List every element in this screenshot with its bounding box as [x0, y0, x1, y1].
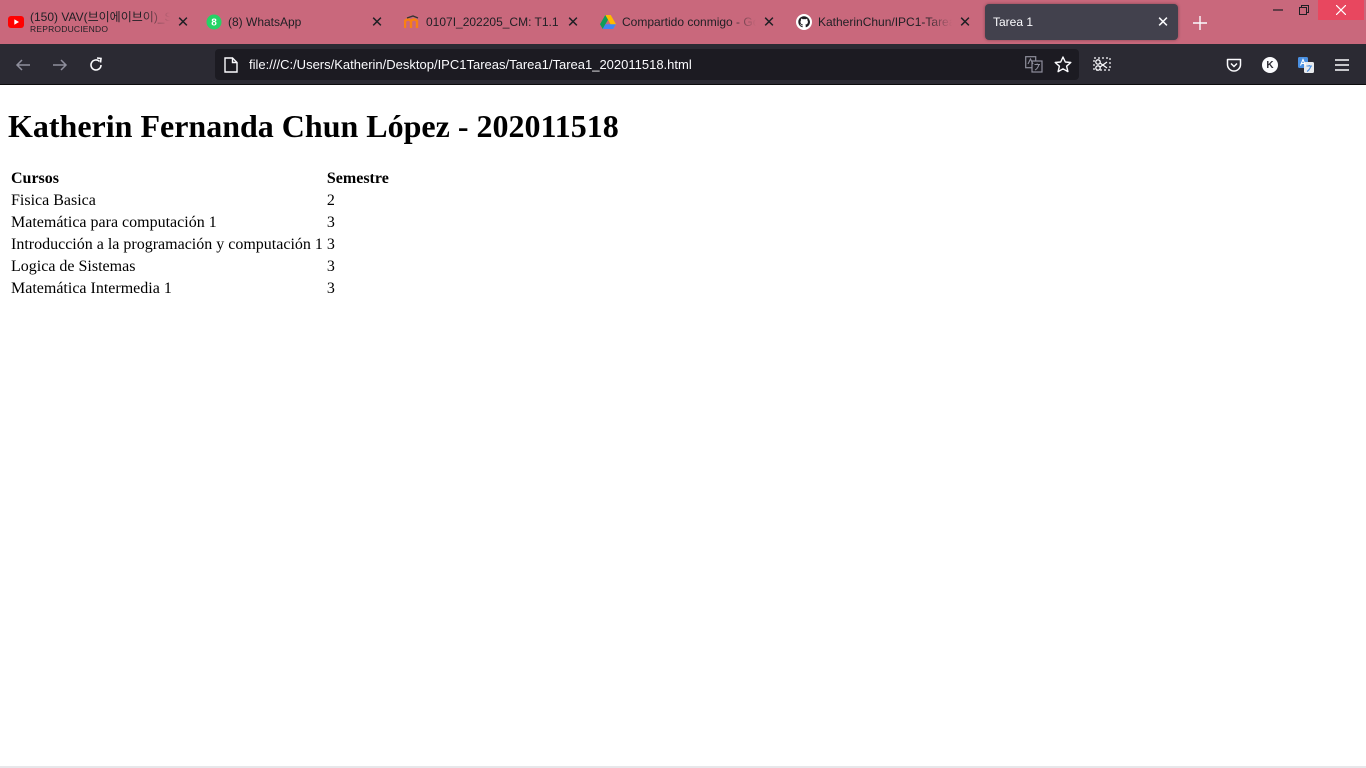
- close-tab-icon[interactable]: ✕: [760, 13, 778, 31]
- tab-whatsapp[interactable]: 8 (8) WhatsApp ✕: [206, 0, 386, 44]
- screenshot-button[interactable]: [1089, 52, 1115, 78]
- tab-playing-label: REPRODUCIENDO: [30, 24, 109, 34]
- forward-arrow-icon: [53, 59, 68, 71]
- course-semester: 3: [326, 214, 335, 231]
- file-icon: [224, 57, 238, 78]
- menu-button[interactable]: [1329, 52, 1355, 78]
- tab-title: (150) VAV(브이에이브이)_S: [30, 10, 170, 24]
- pocket-button[interactable]: [1221, 52, 1247, 78]
- translate-extension-button[interactable]: [1293, 52, 1319, 78]
- close-tab-icon[interactable]: ✕: [368, 13, 386, 31]
- hamburger-menu-icon: [1335, 59, 1349, 71]
- close-tab-icon[interactable]: ✕: [1154, 13, 1172, 31]
- account-button[interactable]: K: [1257, 52, 1283, 78]
- course-semester: 2: [326, 192, 335, 209]
- youtube-icon: [8, 14, 24, 30]
- column-header-semestre: Semestre: [326, 170, 389, 187]
- course-semester: 3: [326, 258, 335, 275]
- tab-title: Tarea 1: [993, 15, 1034, 29]
- tab-github[interactable]: KatherinChun/IPC1-Tarea1 ✕: [796, 0, 974, 44]
- course-name: Matemática para computación 1: [11, 214, 217, 231]
- forward-button[interactable]: [47, 52, 73, 78]
- translate-icon: [1298, 57, 1314, 73]
- course-name: Matemática Intermedia 1: [11, 280, 172, 297]
- tab-title: (8) WhatsApp: [228, 15, 302, 29]
- back-button[interactable]: [10, 52, 36, 78]
- course-name: Fisica Basica: [11, 192, 96, 209]
- table-row: Introducción a la programación y computa…: [10, 235, 390, 255]
- tab-moodle[interactable]: 0107I_202205_CM: T1.1 ✕: [404, 0, 582, 44]
- back-arrow-icon: [15, 59, 30, 71]
- restore-icon: [1299, 5, 1309, 15]
- bookmark-star-icon[interactable]: [1054, 56, 1072, 78]
- table-header-row: Cursos Semestre: [10, 169, 390, 189]
- courses-table: Cursos Semestre Fisica Basica 2 Matemáti…: [8, 167, 392, 301]
- table-row: Logica de Sistemas 3: [10, 257, 390, 277]
- address-bar[interactable]: file:///C:/Users/Katherin/Desktop/IPC1Ta…: [215, 49, 1079, 80]
- new-tab-button[interactable]: [1188, 11, 1212, 35]
- column-header-cursos: Cursos: [11, 170, 60, 187]
- pocket-icon: [1226, 58, 1242, 72]
- moodle-icon: [404, 14, 420, 30]
- whatsapp-badge: 8: [211, 18, 217, 29]
- course-semester: 3: [326, 236, 335, 253]
- course-semester: 3: [326, 280, 335, 297]
- reload-button[interactable]: [83, 52, 109, 78]
- url-text[interactable]: file:///C:/Users/Katherin/Desktop/IPC1Ta…: [249, 49, 692, 80]
- plus-icon: [1193, 16, 1207, 30]
- github-icon: [796, 14, 812, 30]
- course-name: Logica de Sistemas: [11, 258, 136, 275]
- reload-icon: [90, 57, 102, 71]
- scissors-icon: [1093, 57, 1111, 71]
- whatsapp-icon: 8: [206, 14, 222, 30]
- tab-title: 0107I_202205_CM: T1.1: [426, 15, 559, 29]
- avatar: K: [1262, 57, 1278, 73]
- tab-title: Compartido conmigo - Go: [622, 15, 756, 29]
- close-tab-icon[interactable]: ✕: [174, 13, 192, 31]
- tab-google-drive[interactable]: Compartido conmigo - Go ✕: [600, 0, 778, 44]
- page-content: Katherin Fernanda Chun López - 202011518…: [0, 86, 1366, 768]
- table-row: Matemática para computación 1 3: [10, 213, 390, 233]
- table-row: Fisica Basica 2: [10, 191, 390, 211]
- translate-page-icon[interactable]: [1025, 56, 1043, 78]
- close-window-button[interactable]: [1318, 0, 1364, 20]
- page-heading: Katherin Fernanda Chun López - 202011518: [8, 108, 619, 144]
- course-name: Introducción a la programación y computa…: [11, 236, 323, 253]
- tab-strip: (150) VAV(브이에이브이)_S REPRODUCIENDO ✕ 8 (8…: [0, 0, 1366, 44]
- tab-tarea-1[interactable]: Tarea 1 ✕: [985, 4, 1178, 40]
- close-window-icon: [1336, 5, 1346, 15]
- close-tab-icon[interactable]: ✕: [564, 13, 582, 31]
- navigation-toolbar: file:///C:/Users/Katherin/Desktop/IPC1Ta…: [0, 44, 1366, 85]
- google-drive-icon: [600, 14, 616, 30]
- table-row: Matemática Intermedia 1 3: [10, 279, 390, 299]
- tab-title: KatherinChun/IPC1-Tarea1: [818, 15, 952, 29]
- tab-youtube[interactable]: (150) VAV(브이에이브이)_S REPRODUCIENDO ✕: [8, 0, 192, 44]
- close-tab-icon[interactable]: ✕: [956, 13, 974, 31]
